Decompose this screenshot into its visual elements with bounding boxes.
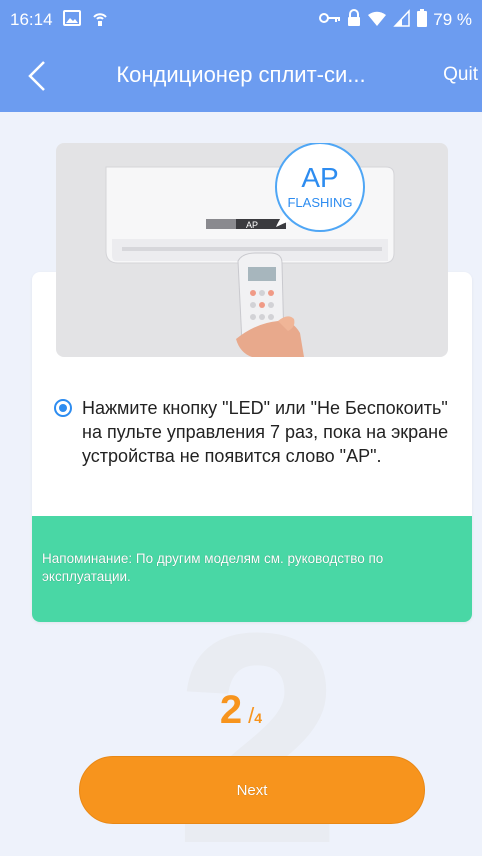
status-time: 16:14: [10, 10, 53, 29]
bubble-flashing-text: FLASHING: [287, 195, 352, 210]
next-button-label: Next: [236, 781, 268, 799]
back-button[interactable]: [22, 60, 52, 92]
lock-icon: [347, 8, 361, 32]
radio-selected-icon: [54, 399, 72, 417]
reminder-banner: Напоминание: По другим моделям см. руков…: [32, 516, 472, 622]
bubble-ap-text: AP: [301, 162, 338, 193]
ac-illustration: AP AP FLASHING: [56, 143, 448, 357]
signal-icon: [393, 8, 411, 32]
quit-button[interactable]: Quit: [443, 64, 478, 86]
image-icon: [62, 9, 81, 31]
status-bar: 16:14 79 %: [0, 0, 482, 40]
battery-icon: [417, 8, 428, 32]
key-icon: [319, 10, 341, 30]
step-current: 2: [219, 688, 243, 732]
next-button[interactable]: Next: [79, 756, 425, 824]
air-conditioner-image: AP AP FLASHING: [105, 143, 395, 357]
instruction-item: Нажмите кнопку "LED" или "Не Беспокоить"…: [54, 396, 464, 468]
instruction-text: Нажмите кнопку "LED" или "Не Беспокоить"…: [82, 398, 449, 466]
chevron-left-icon: [28, 61, 45, 91]
app-header: Кондиционер сплит-си... Quit: [0, 40, 482, 112]
ac-display-text: AP: [246, 220, 258, 230]
page-title: Кондиционер сплит-си...: [116, 62, 366, 87]
reminder-text: Напоминание: По другим моделям см. руков…: [42, 551, 384, 584]
wifi-hotspot-icon: [91, 9, 109, 32]
step-indicator: 2/4: [0, 688, 482, 733]
wifi-icon: [367, 9, 387, 32]
step-total: 4: [254, 710, 263, 726]
battery-level: 79 %: [433, 10, 472, 29]
